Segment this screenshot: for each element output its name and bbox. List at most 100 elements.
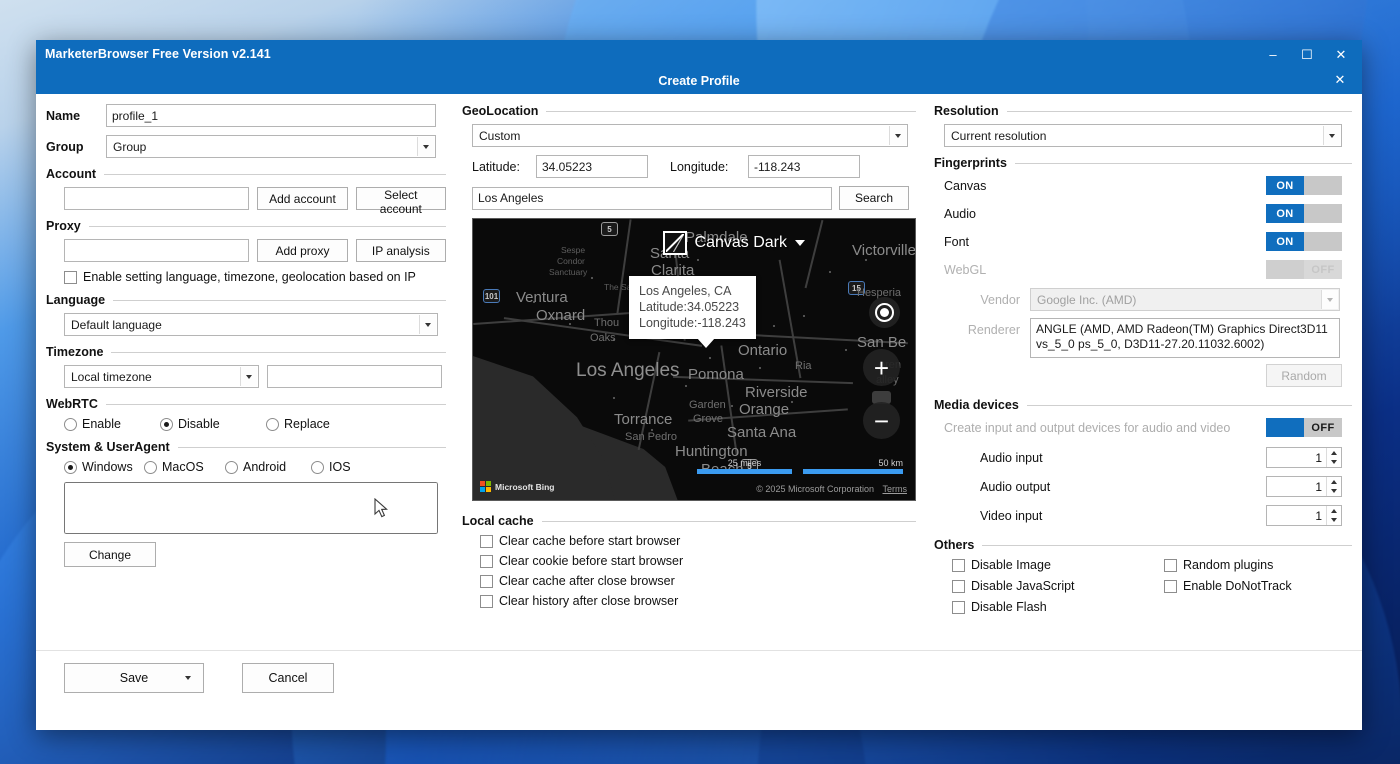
stepper-down-icon[interactable] — [1327, 487, 1341, 497]
resolution-dropdown[interactable]: Current resolution — [944, 124, 1342, 147]
maximize-icon[interactable]: ☐ — [1290, 41, 1324, 67]
map-town-dot — [865, 259, 867, 261]
language-dropdown[interactable]: Default language — [64, 313, 438, 336]
fingerprint-audio-toggle[interactable]: ON OFF — [1266, 204, 1342, 223]
dialog-close-icon[interactable]: ✕ — [1330, 70, 1350, 90]
close-icon[interactable]: ✕ — [1324, 41, 1358, 67]
disable-flash-checkbox[interactable]: Disable Flash — [952, 600, 1047, 614]
system-radio-macos[interactable]: MacOS — [144, 460, 225, 474]
toggle-off-label: OFF — [1304, 176, 1342, 195]
add-proxy-button[interactable]: Add proxy — [257, 239, 348, 262]
webrtc-radio-enable[interactable]: Enable — [64, 417, 160, 431]
change-useragent-button[interactable]: Change — [64, 542, 156, 567]
cache-option-label: Clear cache after close browser — [499, 574, 675, 588]
toggle-on-label: ON — [1266, 232, 1304, 251]
clear-cookie-before-start-checkbox[interactable]: Clear cookie before start browser — [480, 554, 683, 568]
checkbox-box — [480, 554, 493, 568]
location-search-input[interactable] — [472, 186, 832, 210]
others-option-label: Disable Flash — [971, 600, 1047, 614]
account-input[interactable] — [64, 187, 250, 210]
scale-miles-label: 25 miles — [727, 458, 762, 468]
minimize-icon[interactable]: – — [1256, 41, 1290, 67]
stepper-down-icon[interactable] — [1327, 516, 1341, 526]
media-devices-toggle[interactable]: ON OFF — [1266, 418, 1342, 437]
fingerprint-font-toggle[interactable]: ON OFF — [1266, 232, 1342, 251]
stepper-up-icon[interactable] — [1327, 506, 1341, 516]
webgl-renderer-field[interactable]: ANGLE (AMD, AMD Radeon(TM) Graphics Dire… — [1030, 318, 1340, 358]
stepper-up-icon[interactable] — [1327, 477, 1341, 487]
timezone-dropdown[interactable]: Local timezone — [64, 365, 259, 388]
map-town-dot — [685, 385, 687, 387]
map-town-dot — [651, 429, 653, 431]
stepper-arrows[interactable] — [1326, 506, 1341, 525]
save-button[interactable]: Save — [64, 662, 204, 693]
audio-output-stepper[interactable]: 1 — [1266, 476, 1342, 497]
disable-javascript-checkbox[interactable]: Disable JavaScript — [952, 579, 1075, 593]
fingerprint-webgl-toggle[interactable]: ON OFF — [1266, 260, 1342, 279]
chevron-down-icon[interactable] — [185, 675, 191, 680]
useragent-textarea[interactable] — [64, 482, 438, 534]
disable-image-checkbox[interactable]: Disable Image — [952, 558, 1051, 572]
proxy-group-header: Proxy — [46, 219, 446, 233]
group-dropdown[interactable]: Group — [106, 135, 436, 158]
others-option-label: Random plugins — [1183, 558, 1274, 572]
proxy-input[interactable] — [64, 239, 250, 262]
map-road — [778, 259, 801, 379]
fingerprint-font-label: Font — [944, 234, 970, 249]
enable-donottrack-checkbox[interactable]: Enable DoNotTrack — [1164, 579, 1292, 593]
renderer-label: Renderer — [967, 323, 1020, 337]
dialog-title: Create Profile — [658, 74, 740, 88]
locate-me-button[interactable] — [869, 297, 900, 328]
resolution-group-header: Resolution — [934, 104, 1352, 118]
geolocation-mode-dropdown[interactable]: Custom — [472, 124, 908, 147]
webgl-vendor-dropdown[interactable]: Google Inc. (AMD) — [1030, 288, 1340, 311]
fingerprint-canvas-toggle[interactable]: ON OFF — [1266, 176, 1342, 195]
radio-dot-icon — [64, 417, 77, 431]
cancel-button[interactable]: Cancel — [242, 662, 334, 693]
dialog-footer: Save Cancel — [36, 650, 1362, 704]
clear-cache-after-close-checkbox[interactable]: Clear cache after close browser — [480, 574, 675, 588]
map-place-label: Garden — [689, 399, 726, 411]
clear-history-after-close-checkbox[interactable]: Clear history after close browser — [480, 594, 678, 608]
stepper-arrows[interactable] — [1326, 477, 1341, 496]
longitude-input[interactable] — [748, 155, 860, 178]
ip-analysis-button[interactable]: IP analysis — [355, 239, 446, 262]
audio-input-stepper[interactable]: 1 — [1266, 447, 1342, 468]
add-account-button[interactable]: Add account — [257, 187, 348, 210]
highway-shield: 15 — [848, 281, 865, 295]
webrtc-radio-disable[interactable]: Disable — [160, 417, 266, 431]
stepper-up-icon[interactable] — [1327, 448, 1341, 458]
clear-cache-before-start-checkbox[interactable]: Clear cache before start browser — [480, 534, 680, 548]
video-input-stepper[interactable]: 1 — [1266, 505, 1342, 526]
system-radio-windows[interactable]: Windows — [64, 460, 144, 474]
latitude-input[interactable] — [536, 155, 648, 178]
group-label: Group — [46, 139, 84, 154]
stepper-down-icon[interactable] — [1327, 458, 1341, 468]
zoom-out-button[interactable]: − — [863, 402, 900, 439]
map-town-dot — [829, 271, 831, 273]
zoom-in-button[interactable]: + — [863, 349, 900, 386]
checkbox-box — [480, 574, 493, 588]
media-devices-group-header: Media devices — [934, 398, 1352, 412]
system-radio-ios[interactable]: IOS — [311, 460, 351, 474]
radio-dot-icon — [144, 460, 157, 474]
map-style-switcher[interactable]: Canvas Dark — [662, 231, 805, 255]
map-view[interactable]: 5 101 15 5 SespeCondorSanctuarySantaClar… — [472, 218, 916, 501]
map-place-label: Ontario — [738, 342, 788, 359]
timezone-custom-input[interactable] — [267, 365, 442, 388]
dialog-body: Name Group Group Account Add account Sel… — [36, 94, 1362, 650]
bing-logo-icon — [480, 481, 491, 492]
map-terms-link[interactable]: Terms — [883, 484, 908, 494]
search-button[interactable]: Search — [839, 186, 909, 210]
name-input[interactable] — [106, 104, 436, 127]
enable-ip-based-checkbox[interactable]: Enable setting language, timezone, geolo… — [64, 270, 416, 284]
webrtc-radio-replace[interactable]: Replace — [266, 417, 330, 431]
system-radio-android[interactable]: Android — [225, 460, 311, 474]
stepper-arrows[interactable] — [1326, 448, 1341, 467]
random-plugins-checkbox[interactable]: Random plugins — [1164, 558, 1273, 572]
bing-logo-label: Microsoft Bing — [495, 481, 555, 492]
map-town-dot — [591, 277, 593, 279]
vendor-label: Vendor — [980, 292, 1020, 307]
select-account-button[interactable]: Select account — [355, 187, 446, 216]
random-button[interactable]: Random — [1266, 364, 1342, 387]
